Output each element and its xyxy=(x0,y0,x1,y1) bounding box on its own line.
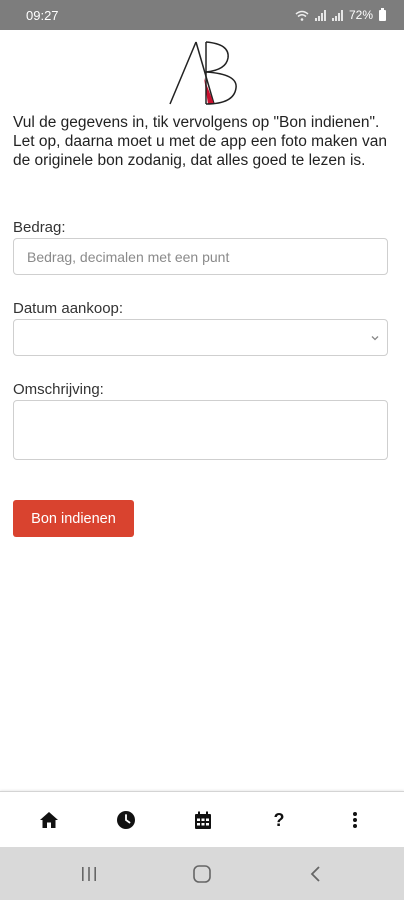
status-icons: 72% xyxy=(295,7,386,22)
description-label: Omschrijving: xyxy=(13,381,104,398)
nav-history[interactable] xyxy=(114,808,138,832)
recent-apps-icon xyxy=(82,867,96,881)
signal-icon-2 xyxy=(331,9,343,21)
back-icon xyxy=(310,866,320,882)
nav-calendar[interactable] xyxy=(191,808,215,832)
recent-apps-button[interactable] xyxy=(79,864,99,884)
description-field[interactable] xyxy=(13,400,388,460)
home-system-button[interactable] xyxy=(192,864,212,884)
chevron-down-icon xyxy=(371,336,379,341)
back-button[interactable] xyxy=(306,864,326,884)
date-label: Datum aankoop: xyxy=(13,300,124,317)
nav-help[interactable]: ? xyxy=(267,808,291,832)
battery-percentage: 72% xyxy=(348,8,373,22)
home-icon xyxy=(40,812,58,828)
amount-input[interactable] xyxy=(13,238,388,275)
ab-logo xyxy=(169,41,237,105)
amount-label: Bedrag: xyxy=(13,219,66,236)
system-nav-bar xyxy=(0,847,404,900)
more-vertical-icon xyxy=(353,812,357,828)
date-select[interactable] xyxy=(13,319,388,356)
status-bar: 09:27 72% xyxy=(0,0,404,30)
nav-home[interactable] xyxy=(37,808,61,832)
nav-more[interactable] xyxy=(343,808,367,832)
signal-icon xyxy=(314,9,326,21)
bottom-nav: ? xyxy=(0,791,404,847)
home-circle-icon xyxy=(193,865,211,883)
calendar-icon xyxy=(195,811,211,829)
intro-text: Vul de gegevens in, tik vervolgens op "B… xyxy=(13,114,387,169)
submit-receipt-button[interactable]: Bon indienen xyxy=(13,500,134,537)
status-time: 09:27 xyxy=(26,7,59,23)
help-icon: ? xyxy=(273,809,285,830)
battery-icon xyxy=(379,7,386,21)
clock-icon xyxy=(117,811,135,829)
wifi-icon xyxy=(295,10,309,21)
